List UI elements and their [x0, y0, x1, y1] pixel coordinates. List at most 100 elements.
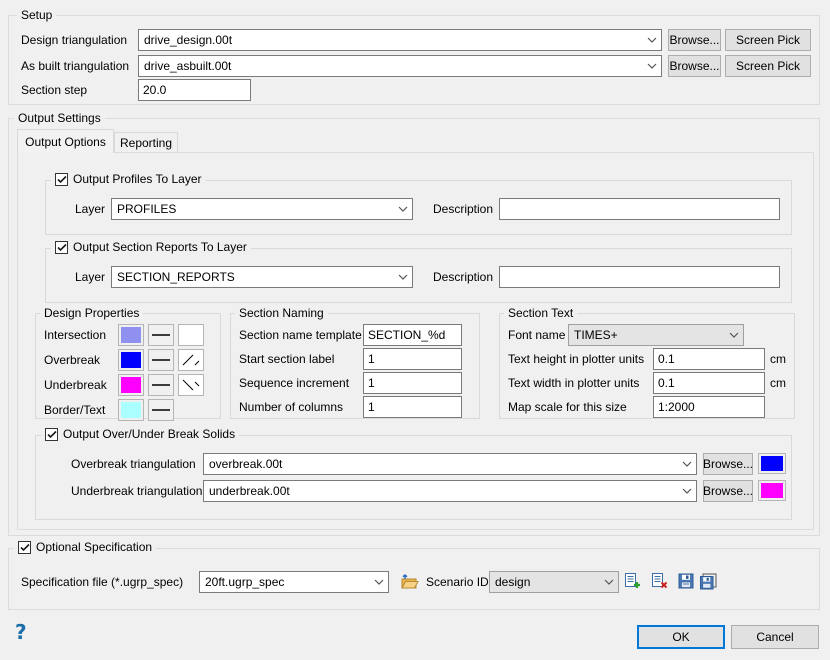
border-text-linestyle-button[interactable]	[148, 399, 174, 421]
reports-description-input[interactable]	[499, 266, 780, 288]
delete-scenario-icon[interactable]	[649, 571, 669, 591]
chevron-down-icon[interactable]	[678, 454, 696, 474]
design-triangulation-combo[interactable]: drive_design.00t	[138, 29, 662, 51]
border-text-color-button[interactable]	[118, 399, 144, 421]
cancel-button[interactable]: Cancel	[731, 625, 819, 649]
map-scale-input[interactable]	[653, 396, 765, 418]
text-height-unit: cm	[770, 348, 786, 370]
chevron-down-icon[interactable]	[678, 481, 696, 501]
section-reports-title: Output Section Reports To Layer	[73, 240, 247, 254]
text-height-label: Text height in plotter units	[508, 348, 644, 370]
design-browse-button[interactable]: Browse...	[668, 29, 721, 51]
output-profiles-title: Output Profiles To Layer	[73, 172, 202, 186]
overbreak-color-button[interactable]	[118, 349, 144, 371]
reports-layer-value: SECTION_REPORTS	[112, 270, 394, 284]
output-options-panel: Output Profiles To Layer Layer PROFILES …	[17, 152, 814, 530]
underbreak-pattern-button[interactable]	[178, 374, 204, 396]
asbuilt-browse-button[interactable]: Browse...	[668, 55, 721, 77]
asbuilt-triangulation-value: drive_asbuilt.00t	[139, 59, 643, 73]
profiles-description-input[interactable]	[499, 198, 780, 220]
overbreak-browse-button[interactable]: Browse...	[703, 453, 753, 475]
sequence-increment-input[interactable]	[363, 372, 462, 394]
open-folder-icon[interactable]	[399, 571, 419, 591]
design-properties-group: Design Properties Intersection Overbreak…	[35, 313, 221, 419]
overbreak-label: Overbreak	[44, 349, 100, 371]
setup-group-title: Setup	[17, 8, 56, 22]
specification-file-combo[interactable]: 20ft.ugrp_spec	[199, 571, 389, 593]
underbreak-browse-button[interactable]: Browse...	[703, 480, 753, 502]
profiles-layer-combo[interactable]: PROFILES	[111, 198, 413, 220]
start-section-label-label: Start section label	[239, 348, 334, 370]
overbreak-triangulation-combo[interactable]: overbreak.00t	[203, 453, 697, 475]
ok-button[interactable]: OK	[637, 625, 725, 649]
add-scenario-icon[interactable]	[622, 571, 642, 591]
section-name-template-input[interactable]	[363, 324, 462, 346]
reports-layer-combo[interactable]: SECTION_REPORTS	[111, 266, 413, 288]
chevron-down-icon[interactable]	[643, 30, 661, 50]
text-width-input[interactable]	[653, 372, 765, 394]
chevron-down-icon[interactable]	[643, 56, 661, 76]
overbreak-linestyle-button[interactable]	[148, 349, 174, 371]
font-name-combo[interactable]: TIMES+	[568, 324, 744, 346]
tab-reporting[interactable]: Reporting	[114, 132, 178, 153]
help-icon[interactable]: ?	[15, 620, 27, 644]
section-reports-checkbox[interactable]	[55, 241, 68, 254]
section-text-title: Section Text	[504, 306, 577, 320]
chevron-down-icon[interactable]	[725, 325, 743, 345]
output-settings-group: Output Settings Output Options Reporting…	[8, 118, 820, 536]
optional-specification-title: Optional Specification	[36, 540, 152, 554]
overbreak-triangulation-label: Overbreak triangulation	[71, 453, 196, 475]
section-name-template-label: Section name template	[239, 324, 362, 346]
save-all-scenarios-icon[interactable]	[698, 571, 718, 591]
tab-output-options-label: Output Options	[25, 135, 106, 149]
overbreak-pattern-button[interactable]	[178, 349, 204, 371]
intersection-linestyle-button[interactable]	[148, 324, 174, 346]
underbreak-color-button[interactable]	[118, 374, 144, 396]
intersection-label: Intersection	[44, 324, 106, 346]
intersection-pattern-button[interactable]	[178, 324, 204, 346]
chevron-down-icon[interactable]	[370, 572, 388, 592]
start-section-label-input[interactable]	[363, 348, 462, 370]
tab-reporting-label: Reporting	[120, 136, 172, 150]
sequence-increment-label: Sequence increment	[239, 372, 349, 394]
asbuilt-triangulation-combo[interactable]: drive_asbuilt.00t	[138, 55, 662, 77]
asbuilt-screen-pick-button[interactable]: Screen Pick	[725, 55, 811, 77]
save-scenario-icon[interactable]	[676, 571, 696, 591]
break-solids-checkbox[interactable]	[45, 428, 58, 441]
tab-output-options[interactable]: Output Options	[17, 129, 114, 153]
design-properties-title: Design Properties	[40, 306, 143, 320]
chevron-down-icon[interactable]	[394, 199, 412, 219]
overbreak-triangulation-value: overbreak.00t	[204, 457, 678, 471]
design-triangulation-label: Design triangulation	[21, 29, 127, 51]
section-naming-title: Section Naming	[235, 306, 328, 320]
font-name-value: TIMES+	[569, 328, 725, 342]
profiles-description-label: Description	[433, 198, 493, 220]
border-text-label: Border/Text	[44, 399, 105, 421]
number-of-columns-input[interactable]	[363, 396, 462, 418]
text-width-unit: cm	[770, 372, 786, 394]
font-name-label: Font name	[508, 324, 565, 346]
underbreak-solid-color-button[interactable]	[758, 480, 786, 501]
scenario-id-combo[interactable]: design	[489, 571, 619, 593]
text-height-input[interactable]	[653, 348, 765, 370]
map-scale-label: Map scale for this size	[508, 396, 627, 418]
overbreak-solid-color-button[interactable]	[758, 453, 786, 474]
design-screen-pick-button[interactable]: Screen Pick	[725, 29, 811, 51]
section-naming-group: Section Naming Section name template Sta…	[230, 313, 480, 419]
section-step-label: Section step	[21, 79, 87, 101]
underbreak-triangulation-label: Underbreak triangulation	[71, 480, 202, 502]
scenario-id-label: Scenario ID	[426, 571, 489, 593]
optional-specification-checkbox[interactable]	[18, 541, 31, 554]
chevron-down-icon[interactable]	[394, 267, 412, 287]
underbreak-linestyle-button[interactable]	[148, 374, 174, 396]
reports-layer-label: Layer	[75, 266, 105, 288]
chevron-down-icon[interactable]	[600, 572, 618, 592]
output-profiles-checkbox[interactable]	[55, 173, 68, 186]
section-step-input[interactable]	[138, 79, 251, 101]
dialog: Setup Design triangulation drive_design.…	[0, 0, 830, 660]
text-width-label: Text width in plotter units	[508, 372, 639, 394]
design-triangulation-value: drive_design.00t	[139, 33, 643, 47]
intersection-color-button[interactable]	[118, 324, 144, 346]
underbreak-triangulation-value: underbreak.00t	[204, 484, 678, 498]
underbreak-triangulation-combo[interactable]: underbreak.00t	[203, 480, 697, 502]
